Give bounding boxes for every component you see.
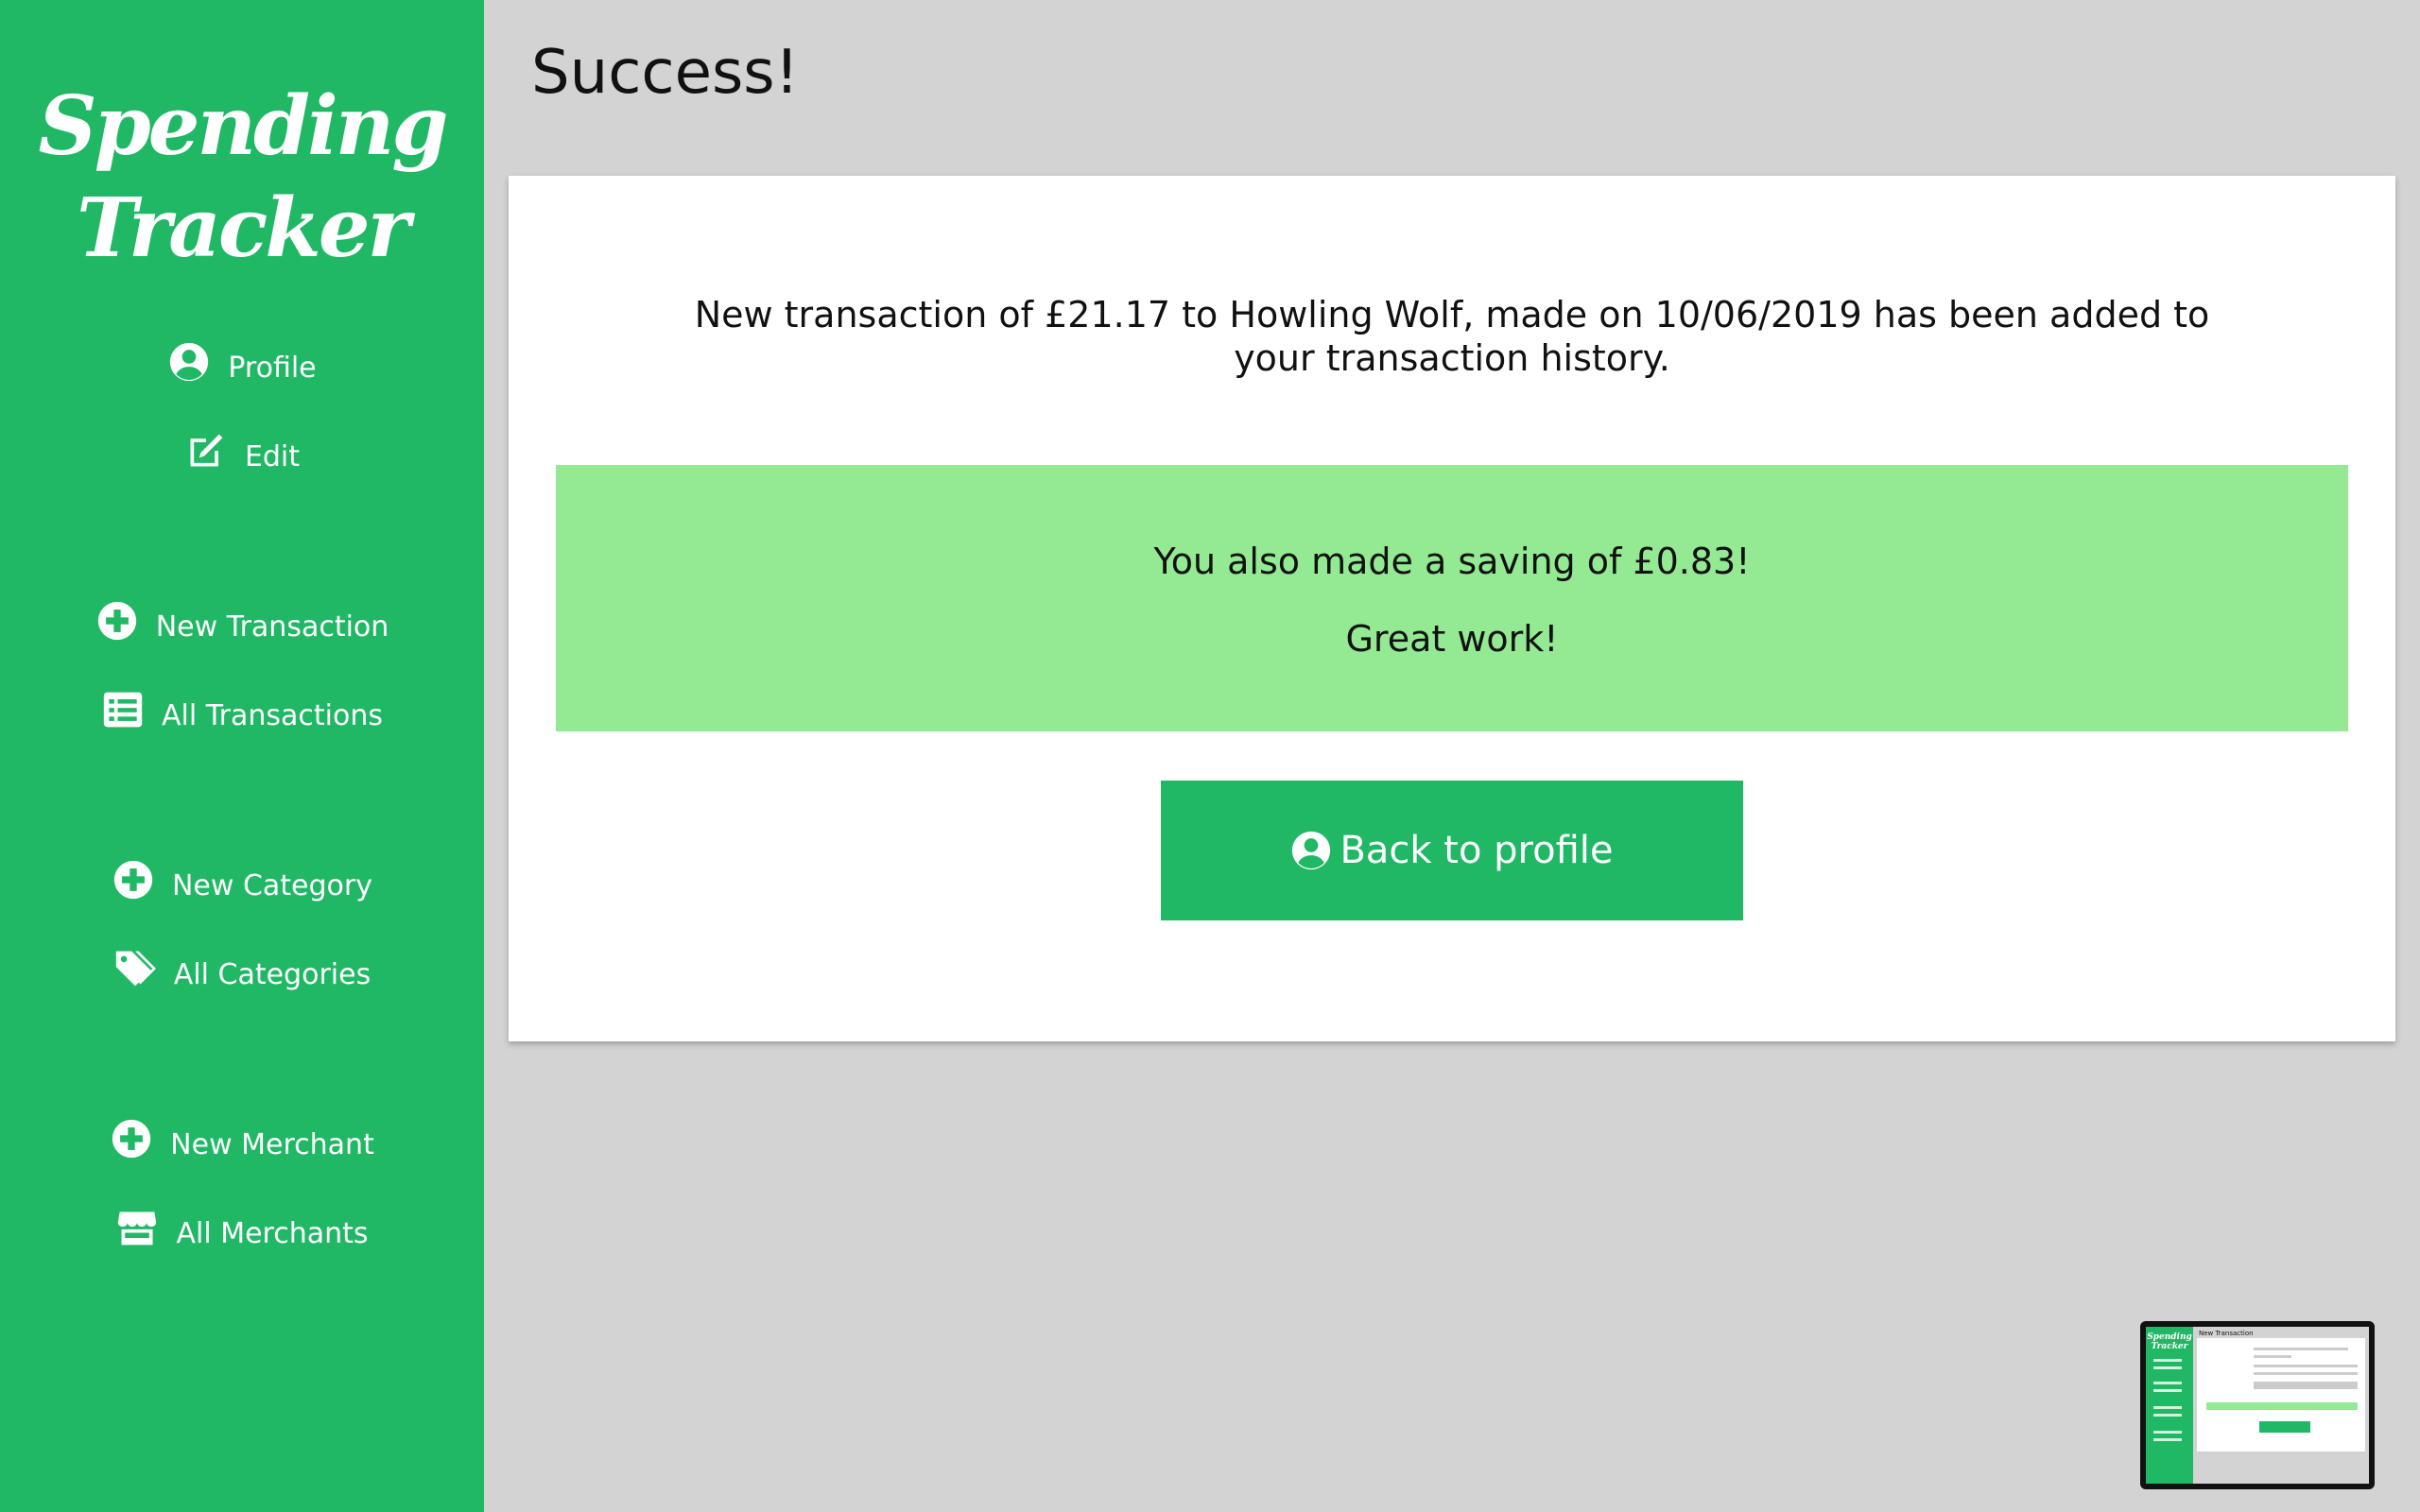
sidebar-item-label: New Transaction <box>155 610 389 644</box>
logo-line-2: Tracker <box>77 180 410 276</box>
sidebar-item-label: All Transactions <box>162 698 383 732</box>
app-logo[interactable]: Spending Tracker <box>0 76 484 280</box>
thumbnail-nav-line <box>2153 1431 2182 1434</box>
sidebar-item-all-transactions[interactable]: All Transactions <box>0 692 484 737</box>
sidebar-item-label: Edit <box>244 439 301 473</box>
page-title: Success! <box>531 38 800 108</box>
preview-thumbnail[interactable]: Spending Tracker New Transaction <box>2140 1321 2375 1489</box>
sidebar-item-new-category[interactable]: New Category <box>0 860 484 907</box>
thumbnail-nav-line <box>2153 1359 2182 1362</box>
thumbnail-logo: Spending Tracker <box>2146 1332 2193 1351</box>
sidebar: Spending Tracker Profile Edit New Transa… <box>0 0 484 1512</box>
thumbnail-form-row <box>2254 1348 2348 1350</box>
sidebar-item-label: All Merchants <box>176 1216 369 1250</box>
thumbnail-nav-line <box>2153 1366 2182 1369</box>
back-to-profile-button[interactable]: Back to profile <box>1161 781 1743 920</box>
sidebar-item-label: New Category <box>171 868 372 902</box>
thumbnail-form-row <box>2254 1365 2358 1367</box>
plus-circle-icon <box>95 599 139 643</box>
plus-circle-icon <box>110 1117 153 1160</box>
thumbnail-nav-line <box>2153 1389 2182 1392</box>
thumbnail-nav-line <box>2153 1406 2182 1409</box>
thumbnail-button <box>2259 1421 2310 1433</box>
thumbnail-title: New Transaction <box>2199 1330 2254 1337</box>
store-icon <box>115 1206 159 1249</box>
thumbnail-nav-line <box>2153 1414 2182 1417</box>
sidebar-item-profile[interactable]: Profile <box>0 342 484 389</box>
thumbnail-nav-line <box>2153 1438 2182 1441</box>
edit-icon <box>184 429 228 472</box>
sidebar-item-new-merchant[interactable]: New Merchant <box>0 1119 484 1166</box>
thumbnail-form-row <box>2254 1382 2358 1389</box>
back-button-label: Back to profile <box>1340 829 1614 872</box>
sidebar-item-edit[interactable]: Edit <box>0 434 484 478</box>
tags-icon <box>113 947 157 990</box>
thumbnail-form-row <box>2254 1355 2291 1358</box>
sidebar-item-label: New Merchant <box>170 1127 374 1161</box>
thumbnail-form-row <box>2254 1372 2358 1375</box>
success-card: New transaction of £21.17 to Howling Wol… <box>509 176 2395 1041</box>
user-circle-icon <box>1290 830 1332 871</box>
plus-circle-icon <box>112 858 155 902</box>
thumbnail-form-card <box>2197 1338 2365 1452</box>
sidebar-item-all-categories[interactable]: All Categories <box>0 951 484 996</box>
logo-line-1: Spending <box>38 78 449 174</box>
thumbnail-saving-bar <box>2206 1402 2358 1410</box>
thumbnail-logo-line-1: Spending <box>2147 1332 2192 1342</box>
sidebar-item-all-merchants[interactable]: All Merchants <box>0 1211 484 1255</box>
thumbnail-sidebar: Spending Tracker <box>2146 1327 2193 1484</box>
thumbnail-logo-line-2: Tracker <box>2151 1342 2188 1351</box>
praise-text: Great work! <box>1345 618 1559 660</box>
sidebar-item-label: Profile <box>228 351 317 385</box>
saving-text: You also made a saving of £0.83! <box>1153 541 1751 582</box>
thumbnail-nav-line <box>2153 1382 2182 1384</box>
transaction-message: New transaction of £21.17 to Howling Wol… <box>694 294 2210 379</box>
list-icon <box>101 688 145 731</box>
sidebar-item-new-transaction[interactable]: New Transaction <box>0 601 484 648</box>
thumbnail-screen: Spending Tracker New Transaction <box>2146 1327 2369 1484</box>
sidebar-item-label: All Categories <box>173 957 372 991</box>
user-circle-icon <box>167 340 211 384</box>
saving-notice: You also made a saving of £0.83! Great w… <box>556 465 2348 731</box>
